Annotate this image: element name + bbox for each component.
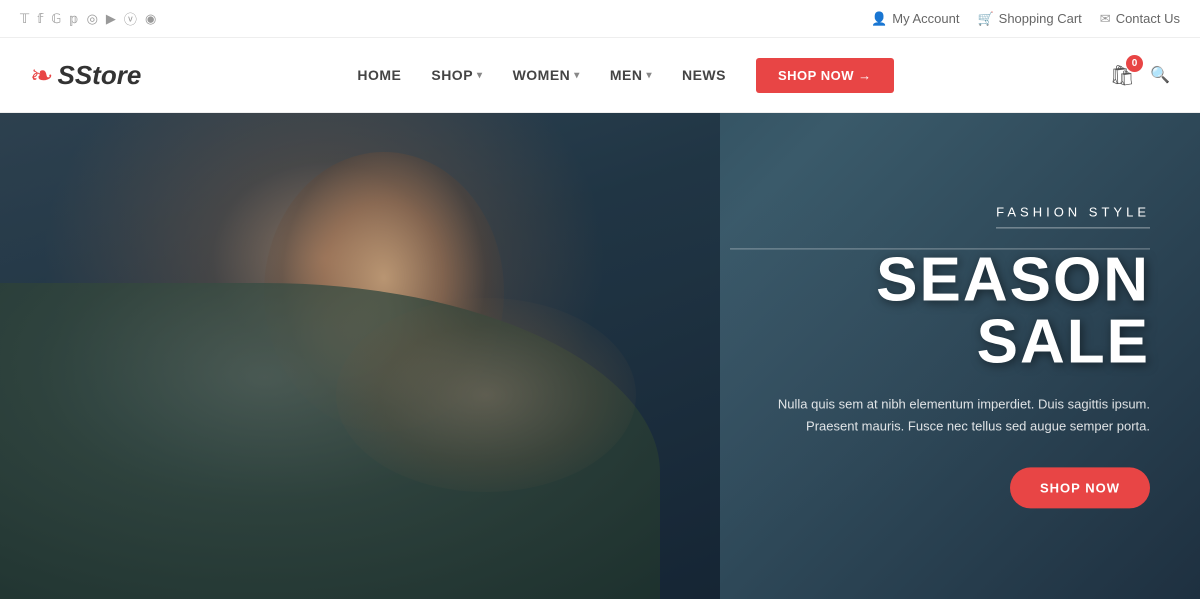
youtube-icon[interactable]: ▶ bbox=[106, 11, 116, 27]
contact-us-link[interactable]: ✉ Contact Us bbox=[1100, 11, 1180, 27]
hero-description: Nulla quis sem at nibh elementum imperdi… bbox=[730, 393, 1150, 437]
cart-count-badge: 0 bbox=[1126, 55, 1143, 72]
vimeo-icon[interactable]: ⓥ bbox=[124, 9, 137, 28]
nav-news[interactable]: NEWS bbox=[682, 67, 726, 83]
pinterest-icon[interactable]: 𝕡 bbox=[69, 11, 78, 27]
facebook-icon[interactable]: 𝕗 bbox=[37, 11, 43, 27]
top-bar: 𝕋 𝕗 𝔾 𝕡 ◎ ▶ ⓥ ◉ 👤 My Account 🛒 Shopping … bbox=[0, 0, 1200, 38]
hero-section: FASHION STYLE SEASON SALE Nulla quis sem… bbox=[0, 113, 1200, 599]
nav-women[interactable]: WOMEN ▾ bbox=[513, 67, 580, 83]
header-shop-now-button[interactable]: SHOP NOW → bbox=[756, 58, 894, 93]
logo-icon: ❧ bbox=[30, 59, 53, 92]
cart-button[interactable]: 🛍 0 bbox=[1110, 63, 1135, 88]
account-icon: 👤 bbox=[871, 11, 887, 27]
main-nav: HOME SHOP ▾ WOMEN ▾ MEN ▾ NEWS SHOP NOW … bbox=[357, 58, 893, 93]
hero-fur bbox=[336, 298, 636, 492]
top-right-links: 👤 My Account 🛒 Shopping Cart ✉ Contact U… bbox=[871, 11, 1180, 27]
contact-icon: ✉ bbox=[1100, 11, 1111, 27]
logo-text: SStore bbox=[57, 60, 141, 91]
search-icon: 🔍 bbox=[1150, 67, 1170, 84]
hero-content: FASHION STYLE SEASON SALE Nulla quis sem… bbox=[730, 203, 1150, 508]
search-button[interactable]: 🔍 bbox=[1150, 65, 1170, 85]
women-dropdown-arrow: ▾ bbox=[574, 70, 580, 81]
hero-shop-now-button[interactable]: SHOP NOW bbox=[1010, 468, 1150, 509]
hero-subtitle: FASHION STYLE bbox=[996, 204, 1150, 228]
my-account-link[interactable]: 👤 My Account bbox=[871, 11, 959, 27]
nav-men[interactable]: MEN ▾ bbox=[610, 67, 652, 83]
nav-home[interactable]: HOME bbox=[357, 67, 401, 83]
logo[interactable]: ❧ SStore bbox=[30, 59, 141, 92]
twitter-icon[interactable]: 𝕋 bbox=[20, 11, 29, 27]
instagram-icon[interactable]: ◎ bbox=[87, 11, 98, 27]
men-dropdown-arrow: ▾ bbox=[646, 70, 652, 81]
header-right: 🛍 0 🔍 bbox=[1110, 63, 1170, 88]
google-plus-icon[interactable]: 𝔾 bbox=[51, 11, 61, 27]
shopping-cart-link[interactable]: 🛒 Shopping Cart bbox=[977, 11, 1081, 27]
social-icons: 𝕋 𝕗 𝔾 𝕡 ◎ ▶ ⓥ ◉ bbox=[20, 9, 156, 28]
header: ❧ SStore HOME SHOP ▾ WOMEN ▾ MEN ▾ NEWS … bbox=[0, 38, 1200, 113]
hero-title: SEASON SALE bbox=[730, 249, 1150, 373]
rss-icon[interactable]: ◉ bbox=[145, 11, 156, 27]
shop-dropdown-arrow: ▾ bbox=[477, 70, 483, 81]
nav-shop[interactable]: SHOP ▾ bbox=[431, 67, 482, 83]
shopping-cart-icon: 🛒 bbox=[977, 11, 993, 27]
